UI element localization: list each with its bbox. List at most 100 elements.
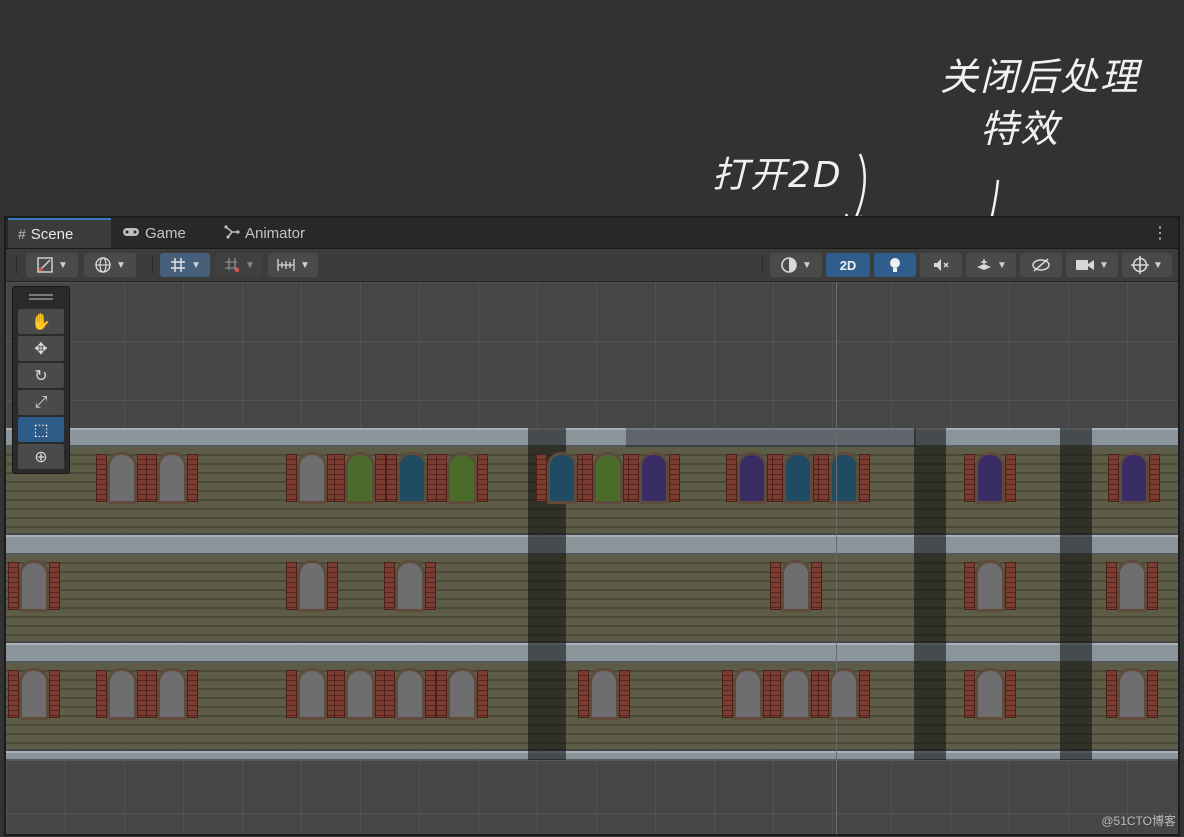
- shutter: [1106, 562, 1117, 610]
- shutter: [146, 454, 157, 502]
- tab-animator-label: Animator: [245, 224, 306, 242]
- shutter: [96, 670, 107, 718]
- shadow-band: [626, 428, 916, 447]
- globe-icon: [95, 257, 111, 273]
- shutter: [436, 454, 447, 502]
- global-local-button[interactable]: ▼: [84, 253, 136, 277]
- shutter: [582, 454, 593, 502]
- tool-overlay-panel: ✋ ✥ ↻ ⤢ ⬚ ⊕: [12, 286, 70, 474]
- shading-sphere-icon: [781, 257, 797, 273]
- annotation-effects: 特效: [980, 107, 1061, 151]
- scale-tool-button[interactable]: ⤢: [18, 390, 64, 415]
- toggle-2d-button[interactable]: 2D: [826, 253, 870, 277]
- facade-window: [733, 668, 763, 720]
- facade-window: [829, 452, 859, 504]
- hash-icon: #: [18, 226, 26, 242]
- shutter: [1147, 562, 1158, 610]
- toolbar-separator: [152, 256, 153, 274]
- increment-snap-button[interactable]: ▼: [216, 253, 262, 277]
- watermark: @51CTO博客: [1101, 814, 1176, 828]
- tab-game[interactable]: Game: [112, 218, 212, 248]
- camera-settings-button[interactable]: ▼: [1066, 253, 1118, 277]
- ledge: [6, 751, 1178, 761]
- shutter: [334, 454, 345, 502]
- scene-toolbar: ▼ ▼ ▼ ▼ ▼ ▼ 2D ▼ ▼ ▼: [6, 249, 1178, 282]
- ledge: [6, 535, 1178, 555]
- shutter: [1005, 670, 1016, 718]
- building-facade: [6, 428, 1178, 761]
- shutter: [375, 454, 386, 502]
- tab-scene[interactable]: # Scene: [8, 218, 111, 248]
- shutter: [425, 670, 436, 718]
- shutter: [146, 670, 157, 718]
- facade-window: [395, 560, 425, 612]
- shadow-column: [914, 428, 946, 760]
- scene-lighting-button[interactable]: [874, 253, 916, 277]
- grid-snap-icon: [171, 258, 186, 272]
- scene-window: # Scene Game Animator ⋮ ▼ ▼ ▼ ▼ ▼ ▼ 2D ▼…: [4, 216, 1180, 836]
- shutter: [1005, 454, 1016, 502]
- facade-window: [345, 452, 375, 504]
- shutter: [384, 670, 395, 718]
- facade-window: [975, 452, 1005, 504]
- transform-tool-button[interactable]: ⊕: [18, 444, 64, 469]
- shadow-column: [1060, 428, 1092, 760]
- hand-tool-button[interactable]: ✋: [18, 309, 64, 334]
- shutter: [770, 562, 781, 610]
- draw-mode-icon: [37, 257, 53, 273]
- shutter: [628, 454, 639, 502]
- shutter: [964, 454, 975, 502]
- facade-window: [781, 560, 811, 612]
- shutter: [578, 670, 589, 718]
- shading-mode-button[interactable]: ▼: [770, 253, 822, 277]
- draw-mode-button[interactable]: ▼: [26, 253, 78, 277]
- audio-toggle-button[interactable]: [920, 253, 962, 277]
- shutter: [811, 562, 822, 610]
- rect-transform-icon: ⬚: [33, 421, 49, 439]
- shutter: [1149, 454, 1160, 502]
- tab-bar: # Scene Game Animator ⋮: [6, 218, 1178, 249]
- facade-window: [1117, 668, 1147, 720]
- facade-window: [107, 668, 137, 720]
- effects-toggle-button[interactable]: ▼: [966, 253, 1016, 277]
- chevron-down-icon: ▼: [245, 259, 255, 271]
- grid-snapping-button[interactable]: ▼: [160, 253, 210, 277]
- chevron-down-icon: ▼: [58, 259, 68, 271]
- shutter: [1147, 670, 1158, 718]
- shutter: [669, 454, 680, 502]
- facade-window: [297, 560, 327, 612]
- more-options-icon[interactable]: ⋮: [1152, 223, 1168, 243]
- chevron-down-icon: ▼: [1099, 259, 1109, 271]
- rotate-icon: ↻: [34, 367, 48, 385]
- facade-window: [639, 452, 669, 504]
- chevron-down-icon: ▼: [802, 259, 812, 271]
- shutter: [770, 670, 781, 718]
- rotate-tool-button[interactable]: ↻: [18, 363, 64, 388]
- shutter: [772, 454, 783, 502]
- scene-viewport[interactable]: [6, 282, 1178, 834]
- shutter: [187, 670, 198, 718]
- shutter: [477, 670, 488, 718]
- facade-window: [975, 560, 1005, 612]
- facade-window: [781, 668, 811, 720]
- toolbar-separator: [762, 256, 763, 274]
- move-arrows-icon: ✥: [34, 340, 48, 358]
- move-tool-button[interactable]: ✥: [18, 336, 64, 361]
- shutter: [286, 454, 297, 502]
- ruler-button[interactable]: ▼: [268, 253, 318, 277]
- shutter: [49, 562, 60, 610]
- rect-tool-button[interactable]: ⬚: [18, 417, 64, 442]
- drag-grip-icon[interactable]: [29, 294, 53, 296]
- shutter: [286, 562, 297, 610]
- shutter: [8, 670, 19, 718]
- scene-visibility-button[interactable]: [1020, 253, 1062, 277]
- tab-animator[interactable]: Animator: [214, 218, 334, 248]
- annotation-open-2d: 打开2D: [712, 155, 843, 196]
- facade-window: [975, 668, 1005, 720]
- gizmos-button[interactable]: ▼: [1122, 253, 1172, 277]
- facade-window: [447, 452, 477, 504]
- hand-icon: ✋: [31, 313, 51, 331]
- facade-window: [395, 668, 425, 720]
- shutter: [49, 670, 60, 718]
- shutter: [964, 562, 975, 610]
